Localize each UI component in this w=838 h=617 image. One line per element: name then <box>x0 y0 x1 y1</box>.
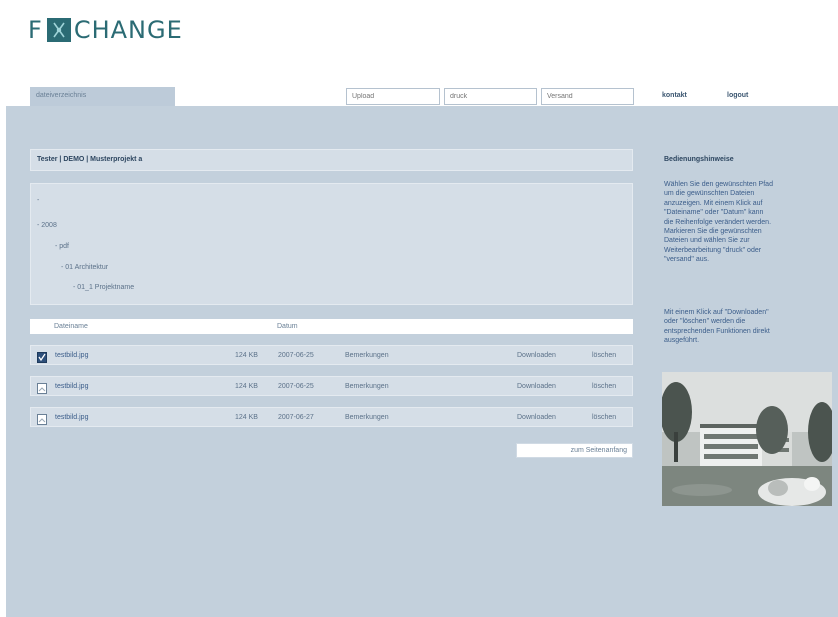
kontakt-link[interactable]: kontakt <box>662 92 687 99</box>
tree-item-architektur[interactable]: - 01 Architektur <box>61 264 108 271</box>
logo[interactable]: F CHANGE <box>28 16 183 44</box>
column-header-name[interactable]: Dateiname <box>54 323 88 330</box>
table-header: Dateiname Datum <box>30 319 633 334</box>
help-line: Dateien und wählen Sie zur <box>664 237 750 245</box>
help-line: Wählen Sie den gewünschten Pfad <box>664 181 773 188</box>
help-line: oder "löschen" werden die <box>664 318 746 326</box>
help-line: Mit einem Klick auf "Downloaden" <box>664 309 769 316</box>
help-line: entsprechenden Funktionen direkt <box>664 327 770 335</box>
help-line: "Dateiname" oder "Datum" kann <box>664 209 764 217</box>
download-link[interactable]: Downloaden <box>517 352 556 359</box>
logo-letter: F <box>28 16 43 44</box>
table-row: testbild.jpg 124 KB 2007-06-25 Bemerkung… <box>30 345 633 365</box>
tree-item-projektname[interactable]: - 01_1 Projektname <box>73 284 134 291</box>
help-line: Markieren Sie die gewünschten <box>664 228 762 236</box>
file-comment-link[interactable]: Bemerkungen <box>345 414 389 421</box>
tree-item-2008[interactable]: - 2008 <box>37 222 57 229</box>
file-date: 2007-06-27 <box>278 414 314 421</box>
help-line: "versand" aus. <box>664 256 710 264</box>
tree-item-pdf[interactable]: - pdf <box>55 243 69 250</box>
building-photo <box>662 372 832 506</box>
file-icon[interactable] <box>37 414 47 425</box>
help-text-2: Mit einem Klick auf "Downloaden" oder "l… <box>664 308 834 346</box>
file-size: 124 KB <box>235 352 258 359</box>
help-line: die Reihenfolge verändert werden. <box>664 218 772 226</box>
help-line: Weiterbearbeitung "druck" oder <box>664 246 762 254</box>
file-name[interactable]: testbild.jpg <box>55 414 88 421</box>
file-name[interactable]: testbild.jpg <box>55 352 88 359</box>
logout-link[interactable]: logout <box>727 92 748 99</box>
file-checked-icon[interactable] <box>37 352 47 363</box>
help-line: ausgeführt. <box>664 337 700 345</box>
delete-link[interactable]: löschen <box>592 414 616 421</box>
help-text-1: Wählen Sie den gewünschten Pfad um die g… <box>664 180 834 265</box>
versand-field[interactable] <box>541 88 634 105</box>
back-to-top-button[interactable]: zum Seitenanfang <box>516 443 633 458</box>
file-comment-link[interactable]: Bemerkungen <box>345 352 389 359</box>
file-date: 2007-06-25 <box>278 383 314 390</box>
download-link[interactable]: Downloaden <box>517 383 556 390</box>
breadcrumb: Tester | DEMO | Musterprojekt a <box>30 149 633 171</box>
file-size: 124 KB <box>235 414 258 421</box>
file-size: 124 KB <box>235 383 258 390</box>
logo-word: CHANGE <box>73 16 183 44</box>
tab-dateiverzeichnis[interactable]: dateiverzeichnis <box>30 87 175 107</box>
column-header-date[interactable]: Datum <box>277 323 298 330</box>
file-icon[interactable] <box>37 383 47 394</box>
file-name[interactable]: testbild.jpg <box>55 383 88 390</box>
upload-field[interactable] <box>346 88 440 105</box>
table-row: testbild.jpg 124 KB 2007-06-25 Bemerkung… <box>30 376 633 396</box>
druck-field[interactable] <box>444 88 537 105</box>
logo-mark-icon <box>46 18 71 42</box>
tree-item-root[interactable]: - <box>37 197 39 204</box>
file-date: 2007-06-25 <box>278 352 314 359</box>
folder-tree: - - 2008 - pdf - 01 Architektur - 01_1 P… <box>30 183 633 305</box>
table-row: testbild.jpg 124 KB 2007-06-27 Bemerkung… <box>30 407 633 427</box>
help-line: anzuzeigen. Mit einem Klick auf <box>664 199 763 207</box>
delete-link[interactable]: löschen <box>592 352 616 359</box>
delete-link[interactable]: löschen <box>592 383 616 390</box>
help-heading: Bedienungshinweise <box>664 156 734 163</box>
file-comment-link[interactable]: Bemerkungen <box>345 383 389 390</box>
download-link[interactable]: Downloaden <box>517 414 556 421</box>
help-line: um die gewünschten Dateien <box>664 190 755 198</box>
